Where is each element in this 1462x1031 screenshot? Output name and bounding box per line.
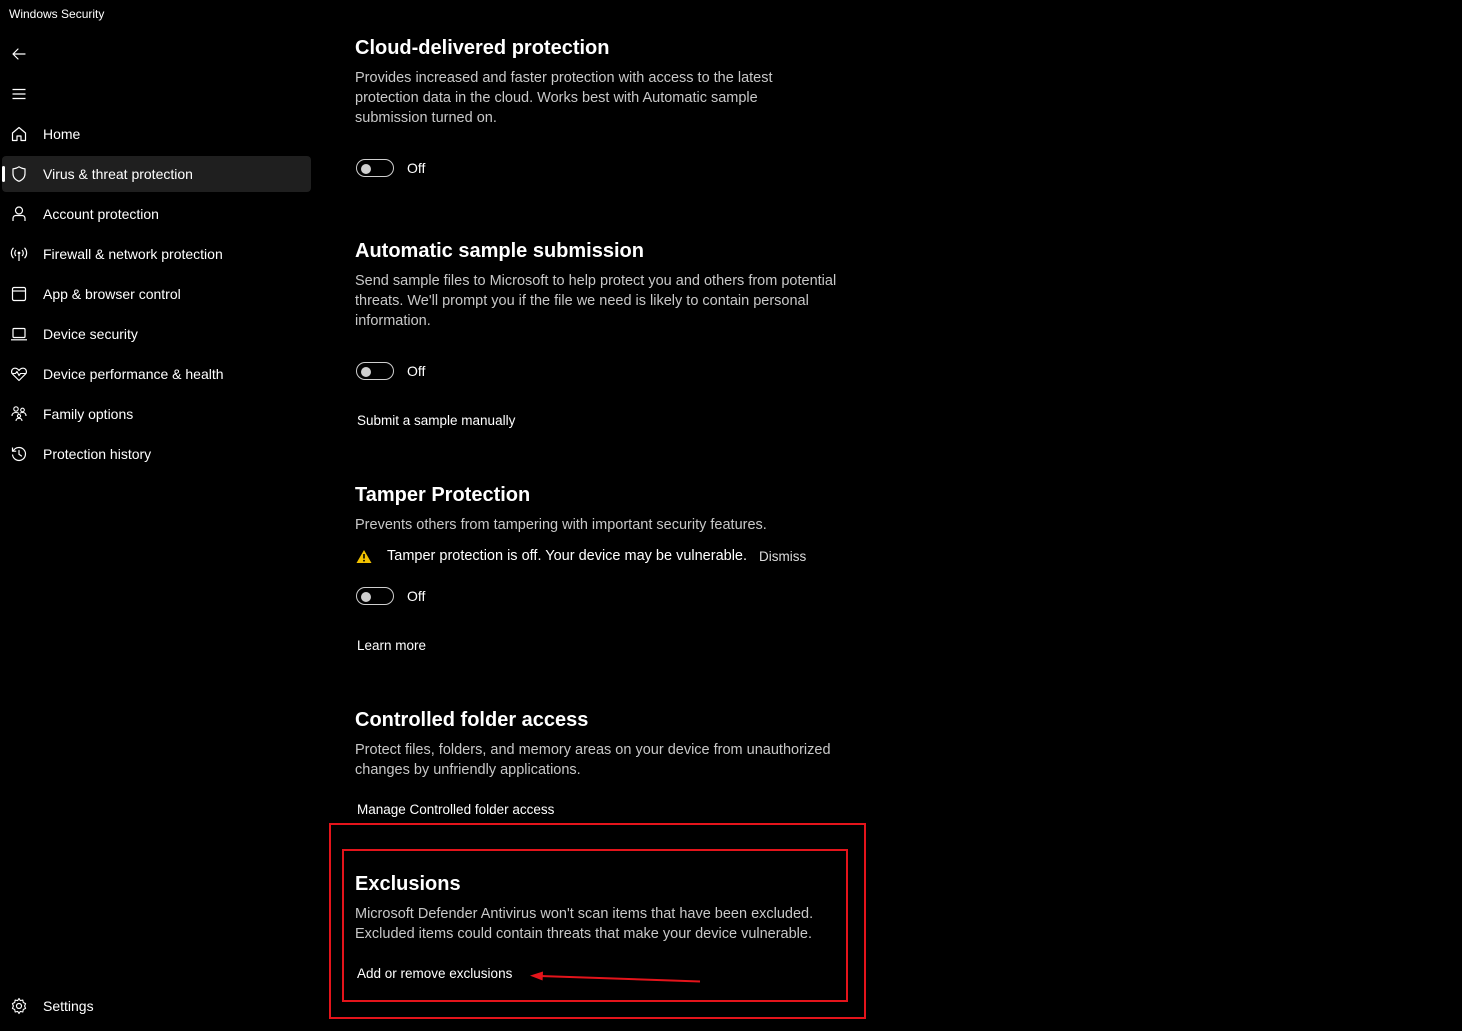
toggle-knob [361,163,371,174]
warning-icon [356,549,372,563]
sample-submission-toggle[interactable] [356,362,394,380]
section-description: Send sample files to Microsoft to help p… [355,273,837,329]
annotation-arrow [530,971,701,983]
wireless-antenna-icon [10,245,28,263]
browser-window-icon [10,285,28,303]
learn-more-link[interactable]: Learn more [357,638,426,653]
toggle-knob [361,366,371,377]
sidebar-item-account-protection[interactable]: Account protection [2,196,311,232]
sample-submission-toggle-row: Off [356,361,425,381]
sidebar-item-app-browser-control[interactable]: App & browser control [2,276,311,312]
sidebar-item-home[interactable]: Home [2,116,311,152]
back-button[interactable] [4,39,34,69]
sidebar-item-label: Family options [43,406,134,422]
home-icon [10,125,28,143]
toggle-state-label: Off [407,363,426,379]
section-description: Prevents others from tampering with impo… [355,517,767,533]
gear-icon [10,997,28,1015]
person-icon [10,205,28,223]
sidebar-item-firewall-network-protection[interactable]: Firewall & network protection [2,236,311,272]
sidebar-item-label: Firewall & network protection [43,246,223,262]
section-description: Provides increased and faster protection… [355,70,773,126]
tamper-protection-toggle-row: Off [356,586,425,606]
sidebar-item-label: Settings [43,998,94,1014]
section-title: Controlled folder access [355,709,589,731]
cloud-protection-toggle[interactable] [356,159,394,177]
sidebar-item-virus-threat-protection[interactable]: Virus & threat protection [2,156,311,192]
heart-pulse-icon [10,365,28,383]
toggle-knob [361,591,371,602]
sidebar-item-label: Home [43,126,81,142]
dismiss-link[interactable]: Dismiss [759,549,806,564]
sidebar-item-label: Protection history [43,446,152,462]
window-title: Windows Security [9,7,105,21]
manage-controlled-folder-access-link[interactable]: Manage Controlled folder access [357,802,554,817]
shield-icon [10,165,28,183]
sidebar-item-label: Account protection [43,206,159,222]
sidebar-item-settings[interactable]: Settings [2,988,311,1024]
windows-security-window: Windows Security Home Virus & threat pro… [0,0,1462,1031]
laptop-icon [10,325,28,343]
section-title: Cloud-delivered protection [355,37,610,59]
cloud-protection-section: Cloud-delivered protection Provides incr… [355,35,875,128]
menu-button[interactable] [4,79,34,109]
sidebar-item-label: Virus & threat protection [43,166,193,182]
sidebar-item-label: Device performance & health [43,366,224,382]
cloud-protection-toggle-row: Off [356,158,425,178]
sample-submission-section: Automatic sample submission Send sample … [355,238,875,331]
section-title: Tamper Protection [355,484,531,506]
sidebar-item-label: Device security [43,326,138,342]
tamper-warning: Tamper protection is off. Your device ma… [356,546,806,566]
warning-text: Tamper protection is off. Your device ma… [387,548,748,564]
toggle-state-label: Off [407,588,426,604]
tamper-protection-toggle[interactable] [356,587,394,605]
sidebar-item-device-performance-health[interactable]: Device performance & health [2,356,311,392]
back-arrow-icon [12,48,26,60]
sidebar-item-device-security[interactable]: Device security [2,316,311,352]
submit-sample-manually-link[interactable]: Submit a sample manually [357,413,515,428]
controlled-folder-access-section: Controlled folder access Protect files, … [355,707,875,780]
family-icon [10,405,28,423]
sidebar-item-protection-history[interactable]: Protection history [2,436,311,472]
section-title: Automatic sample submission [355,240,644,262]
section-description: Protect files, folders, and memory areas… [355,742,831,778]
toggle-state-label: Off [407,160,426,176]
history-icon [10,445,28,463]
sidebar-item-family-options[interactable]: Family options [2,396,311,432]
tamper-protection-section: Tamper Protection Prevents others from t… [355,482,875,535]
sidebar-item-label: App & browser control [43,286,181,302]
hamburger-menu-icon [12,88,26,100]
